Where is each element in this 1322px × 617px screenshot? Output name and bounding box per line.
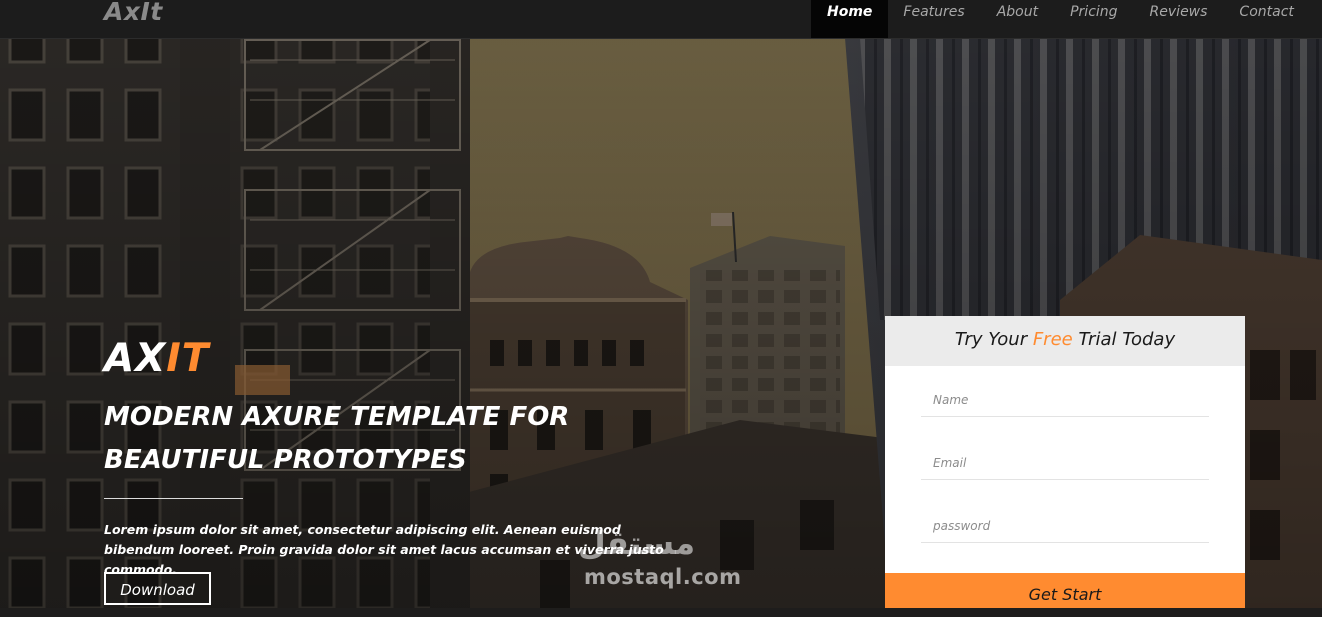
nav-contact[interactable]: Contact: [1223, 0, 1309, 38]
name-input[interactable]: [921, 383, 1209, 417]
nav-about[interactable]: About: [981, 0, 1054, 38]
brand-logo[interactable]: AxIt: [104, 0, 163, 26]
trial-title-before: Try Your: [954, 329, 1033, 350]
nav-features[interactable]: Features: [888, 0, 980, 38]
hero-divider: [104, 498, 243, 499]
nav-reviews[interactable]: Reviews: [1134, 0, 1224, 38]
trial-title-after: Trial Today: [1072, 329, 1176, 350]
watermark-text: mostaql.com: [584, 565, 742, 589]
hero-logo: AXIT: [104, 336, 209, 381]
email-input[interactable]: [921, 446, 1209, 480]
trial-form-title: Try Your Free Trial Today: [885, 316, 1245, 366]
main-nav: Home Features About Pricing Reviews Cont…: [811, 0, 1310, 38]
hero-logo-part1: AX: [104, 336, 167, 381]
hero-logo-part2: IT: [166, 336, 210, 381]
download-button[interactable]: Download: [104, 572, 211, 605]
top-navbar: AxIt Home Features About Pricing Reviews…: [0, 0, 1322, 39]
nav-pricing[interactable]: Pricing: [1054, 0, 1133, 38]
trial-form: Try Your Free Trial Today Get Start: [885, 316, 1245, 608]
password-input[interactable]: [921, 509, 1209, 543]
trial-title-highlight: Free: [1032, 329, 1073, 350]
nav-home[interactable]: Home: [811, 0, 889, 38]
watermark-logo: مستقل: [578, 524, 696, 562]
get-start-button[interactable]: Get Start: [885, 573, 1245, 608]
hero-title: MODERN AXURE TEMPLATE FOR BEAUTIFUL PROT…: [104, 402, 570, 475]
